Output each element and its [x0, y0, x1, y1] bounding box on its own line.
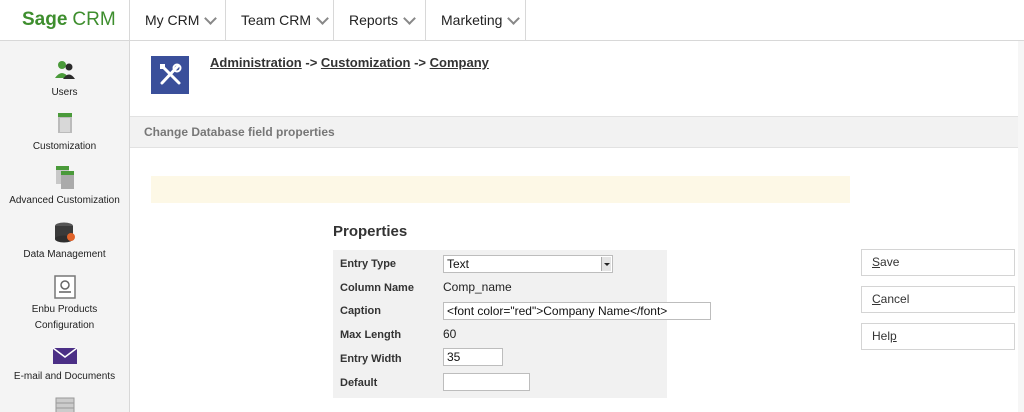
entry-width-value: 35 — [447, 350, 461, 364]
administration-icon — [151, 56, 189, 94]
logo-text-bold: Sage — [22, 9, 68, 30]
vertical-scrollbar[interactable] — [1018, 41, 1024, 412]
sidebar-item-label: Customization — [32, 141, 97, 152]
table-icon — [55, 397, 74, 412]
nav-label: Reports — [349, 12, 399, 28]
nav-label: Marketing — [441, 12, 503, 28]
top-navigation-bar: Sage CRM My CRM Team CRM Reports Marketi… — [0, 0, 1024, 41]
default-input[interactable] — [443, 373, 530, 391]
sidebar-item-label: Advanced Customization — [9, 195, 120, 206]
sidebar-item-enbu-products-configuration[interactable]: Enbu Products Configuration — [0, 274, 129, 331]
customization-icon — [57, 113, 72, 133]
breadcrumb-separator: -> — [305, 55, 318, 70]
nav-label: Team CRM — [241, 12, 312, 28]
caption-label: Caption — [340, 305, 381, 317]
entry-type-value: Text — [447, 257, 470, 271]
envelope-icon — [52, 347, 77, 364]
chevron-down-icon — [204, 11, 218, 25]
breadcrumb-administration[interactable]: Administration — [210, 55, 302, 70]
properties-title: Properties — [333, 223, 408, 240]
document-icon — [53, 275, 76, 299]
breadcrumb-separator: -> — [414, 55, 427, 70]
breadcrumb-customization[interactable]: Customization — [321, 55, 411, 70]
sidebar: Users Customization Advanced Customizati… — [0, 41, 130, 412]
entry-type-label: Entry Type — [340, 258, 397, 270]
properties-panel: Entry Type Text Column Name Comp_name Ca… — [333, 250, 711, 398]
logo-text: CRM — [72, 9, 116, 30]
tools-icon — [160, 63, 182, 85]
advanced-customization-icon — [55, 166, 74, 189]
sidebar-item-label: Data Management — [23, 249, 106, 260]
nav-my-crm[interactable]: My CRM — [130, 0, 226, 40]
max-length-label: Max Length — [340, 329, 402, 341]
sidebar-item-data-management[interactable]: Data Management — [0, 221, 129, 260]
save-button[interactable]: Save — [861, 249, 1015, 276]
cancel-accesskey: C — [872, 292, 881, 306]
caption-input[interactable]: <font color="red">Company Name</font> — [443, 302, 711, 320]
nav-label: My CRM — [145, 12, 200, 28]
save-accesskey: S — [872, 255, 881, 269]
chevron-down-icon — [316, 11, 329, 25]
caption-value: <font color="red">Company Name</font> — [447, 304, 668, 318]
section-title-bar: Change Database field properties — [130, 116, 1018, 148]
nav-marketing[interactable]: Marketing — [426, 0, 526, 40]
sidebar-item-customization[interactable]: Customization — [0, 111, 129, 152]
entry-width-input[interactable]: 35 — [443, 348, 503, 366]
max-length-value: 60 — [443, 327, 457, 341]
sidebar-item-label: Configuration — [34, 320, 95, 331]
sidebar-item-more[interactable] — [0, 396, 129, 412]
sidebar-item-label: E-mail and Documents — [13, 371, 116, 382]
nav-team-crm[interactable]: Team CRM — [226, 0, 334, 40]
sidebar-item-label: Enbu Products — [31, 304, 98, 315]
entry-width-label: Entry Width — [340, 353, 402, 365]
default-label: Default — [340, 377, 378, 389]
breadcrumb: Administration -> Customization -> Compa… — [210, 55, 489, 70]
help-accesskey: p — [890, 329, 897, 343]
section-title: Change Database field properties — [144, 125, 335, 139]
sidebar-item-email-and-documents[interactable]: E-mail and Documents — [0, 345, 129, 382]
breadcrumb-company[interactable]: Company — [430, 55, 489, 70]
notice-bar — [151, 176, 850, 203]
chevron-down-icon — [507, 11, 521, 25]
save-label: ave — [880, 255, 900, 269]
help-button[interactable]: Help — [861, 323, 1015, 350]
chevron-down-icon — [403, 11, 416, 25]
dropdown-arrow-icon — [601, 257, 611, 271]
column-name-label: Column Name — [340, 282, 414, 294]
cancel-button[interactable]: Cancel — [861, 286, 1015, 313]
database-icon — [54, 222, 75, 243]
sidebar-item-users[interactable]: Users — [0, 57, 129, 98]
entry-type-select[interactable]: Text — [443, 255, 613, 273]
nav-reports[interactable]: Reports — [334, 0, 426, 40]
users-icon — [54, 61, 75, 79]
cancel-label: ancel — [880, 292, 910, 306]
column-name-value: Comp_name — [443, 280, 512, 294]
sidebar-item-advanced-customization[interactable]: Advanced Customization — [0, 165, 129, 206]
sidebar-item-label: Users — [51, 87, 78, 98]
help-label: Hel — [872, 329, 891, 343]
sage-crm-logo[interactable]: Sage CRM — [0, 0, 130, 40]
